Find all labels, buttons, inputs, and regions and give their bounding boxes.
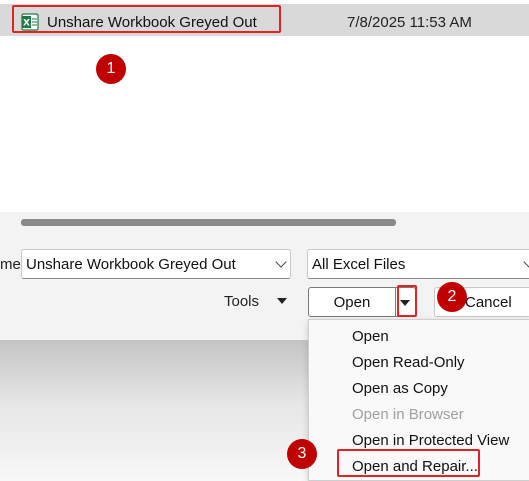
chevron-down-icon[interactable] [275, 256, 287, 268]
menu-item-open[interactable]: Open [352, 328, 389, 345]
cancel-button-label: Cancel [465, 294, 512, 311]
file-date-modified: 7/8/2025 11:53 AM [347, 14, 472, 31]
menu-item-open-as-copy[interactable]: Open as Copy [352, 380, 448, 397]
menu-item-open-read-only[interactable]: Open Read-Only [352, 354, 465, 371]
open-button-label: Open [333, 294, 371, 311]
chevron-down-icon[interactable] [523, 256, 529, 268]
file-name-combobox[interactable]: Unshare Workbook Greyed Out [21, 249, 291, 279]
highlight-file-row [12, 5, 281, 33]
file-name-input[interactable]: Unshare Workbook Greyed Out [26, 256, 236, 273]
step-badge-2: 2 [437, 282, 467, 312]
step-badge-3: 3 [287, 439, 317, 469]
menu-item-open-protected-view[interactable]: Open in Protected View [352, 432, 509, 449]
highlight-open-split [397, 285, 417, 317]
horizontal-scrollbar[interactable] [21, 219, 396, 226]
highlight-open-and-repair [337, 449, 480, 477]
open-button[interactable]: Open [308, 287, 396, 317]
menu-item-open-in-browser: Open in Browser [352, 406, 464, 423]
tools-dropdown-icon[interactable] [277, 298, 287, 304]
file-type-select[interactable]: All Excel Files [307, 249, 529, 279]
file-type-value: All Excel Files [312, 256, 406, 273]
tools-button[interactable]: Tools [224, 293, 259, 310]
step-badge-1: 1 [96, 54, 126, 84]
